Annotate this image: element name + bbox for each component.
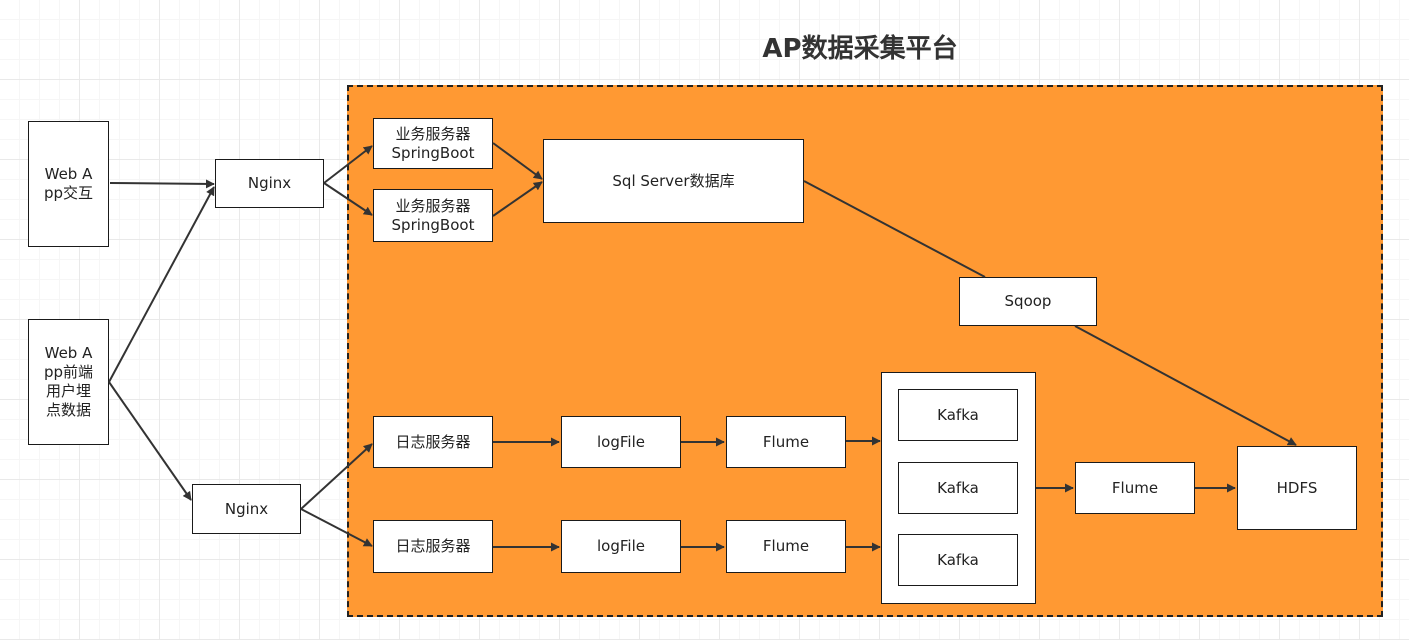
hdfs-node: HDFS (1237, 446, 1357, 530)
kafka-2-node: Kafka (898, 462, 1018, 514)
sql-server-db-node: Sql Server数据库 (543, 139, 804, 223)
ap-platform-container (347, 85, 1383, 617)
sqoop-node: Sqoop (959, 277, 1097, 326)
diagram-title: AP数据采集平台 (762, 34, 958, 64)
kafka-3-node: Kafka (898, 534, 1018, 586)
nginx-bottom-node: Nginx (192, 484, 301, 534)
log-server-2-node: 日志服务器 (373, 520, 493, 573)
business-server-2-node: 业务服务器 SpringBoot (373, 189, 493, 242)
arrow-tracking-to-nginx-bottom (108, 381, 192, 501)
flume-2-node: Flume (726, 520, 846, 573)
flume-3-node: Flume (1075, 462, 1195, 514)
kafka-1-node: Kafka (898, 389, 1018, 441)
logfile-2-node: logFile (561, 520, 681, 573)
nginx-top-node: Nginx (215, 159, 324, 208)
arrow-webapp-to-nginx-top (109, 179, 215, 189)
business-server-1-node: 业务服务器 SpringBoot (373, 118, 493, 169)
flume-1-node: Flume (726, 416, 846, 468)
logfile-1-node: logFile (561, 416, 681, 468)
web-app-interact-node: Web App交互 (28, 121, 109, 247)
arrow-tracking-to-nginx-top (108, 186, 215, 383)
log-server-1-node: 日志服务器 (373, 416, 493, 468)
web-app-tracking-node: Web App前端用户埋点数据 (28, 319, 109, 445)
